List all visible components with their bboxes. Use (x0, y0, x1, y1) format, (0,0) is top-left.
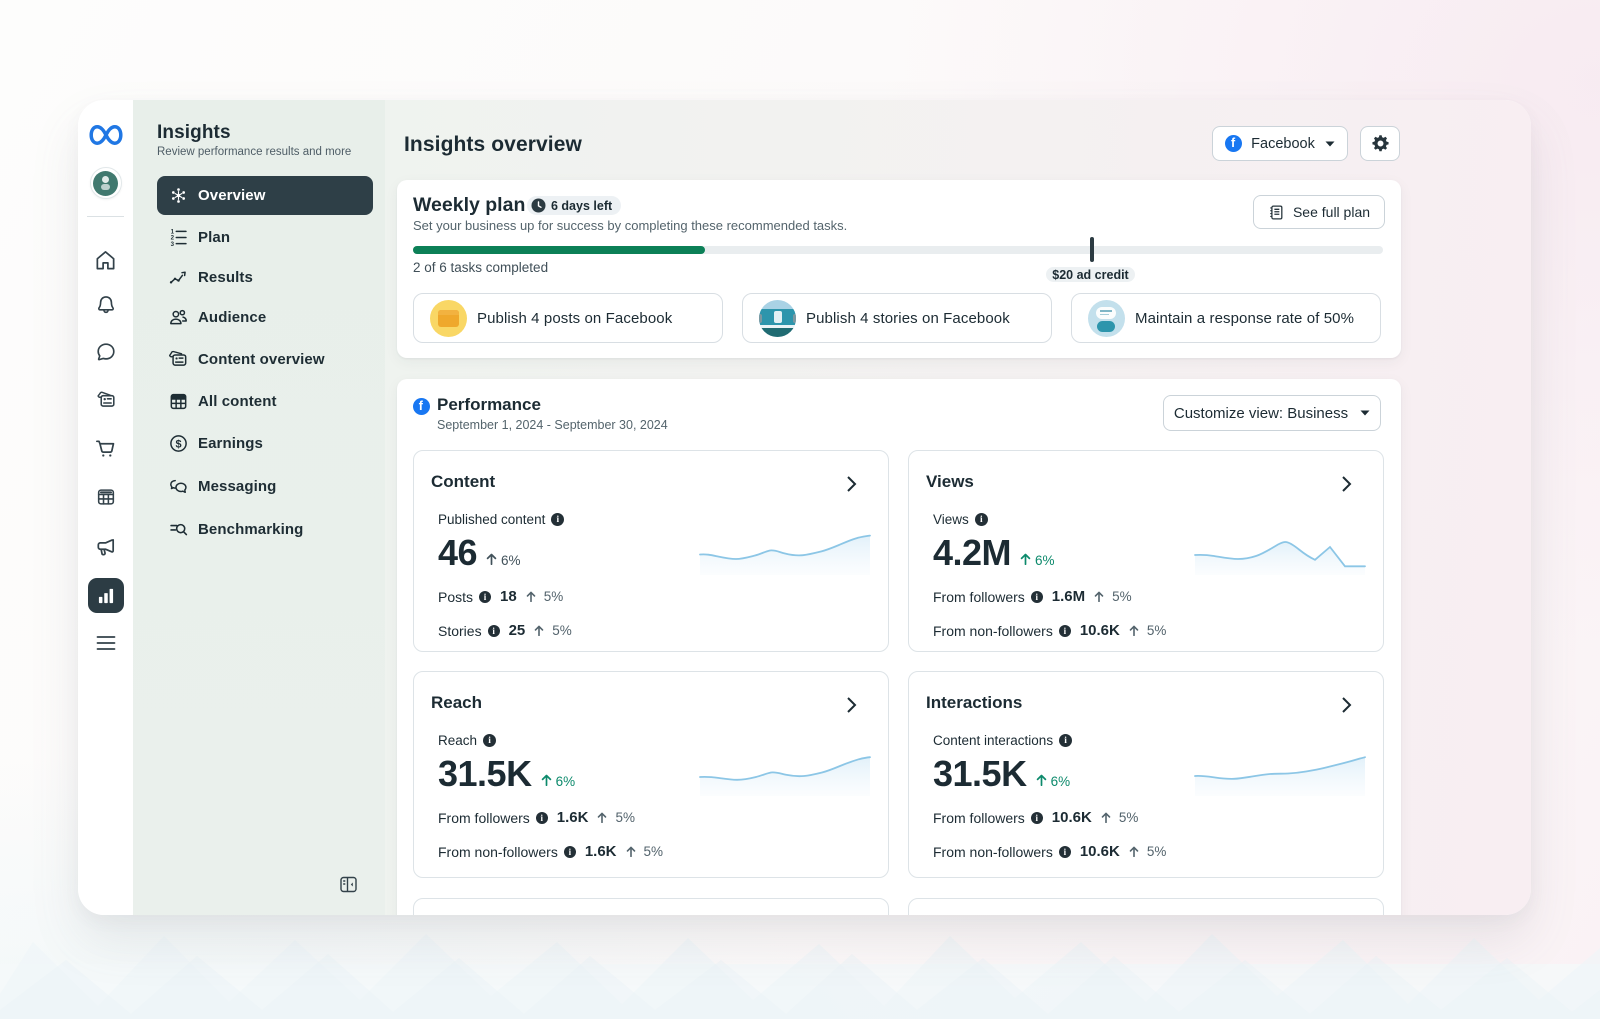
svg-text:3: 3 (171, 240, 175, 247)
svg-text:$: $ (176, 438, 182, 450)
